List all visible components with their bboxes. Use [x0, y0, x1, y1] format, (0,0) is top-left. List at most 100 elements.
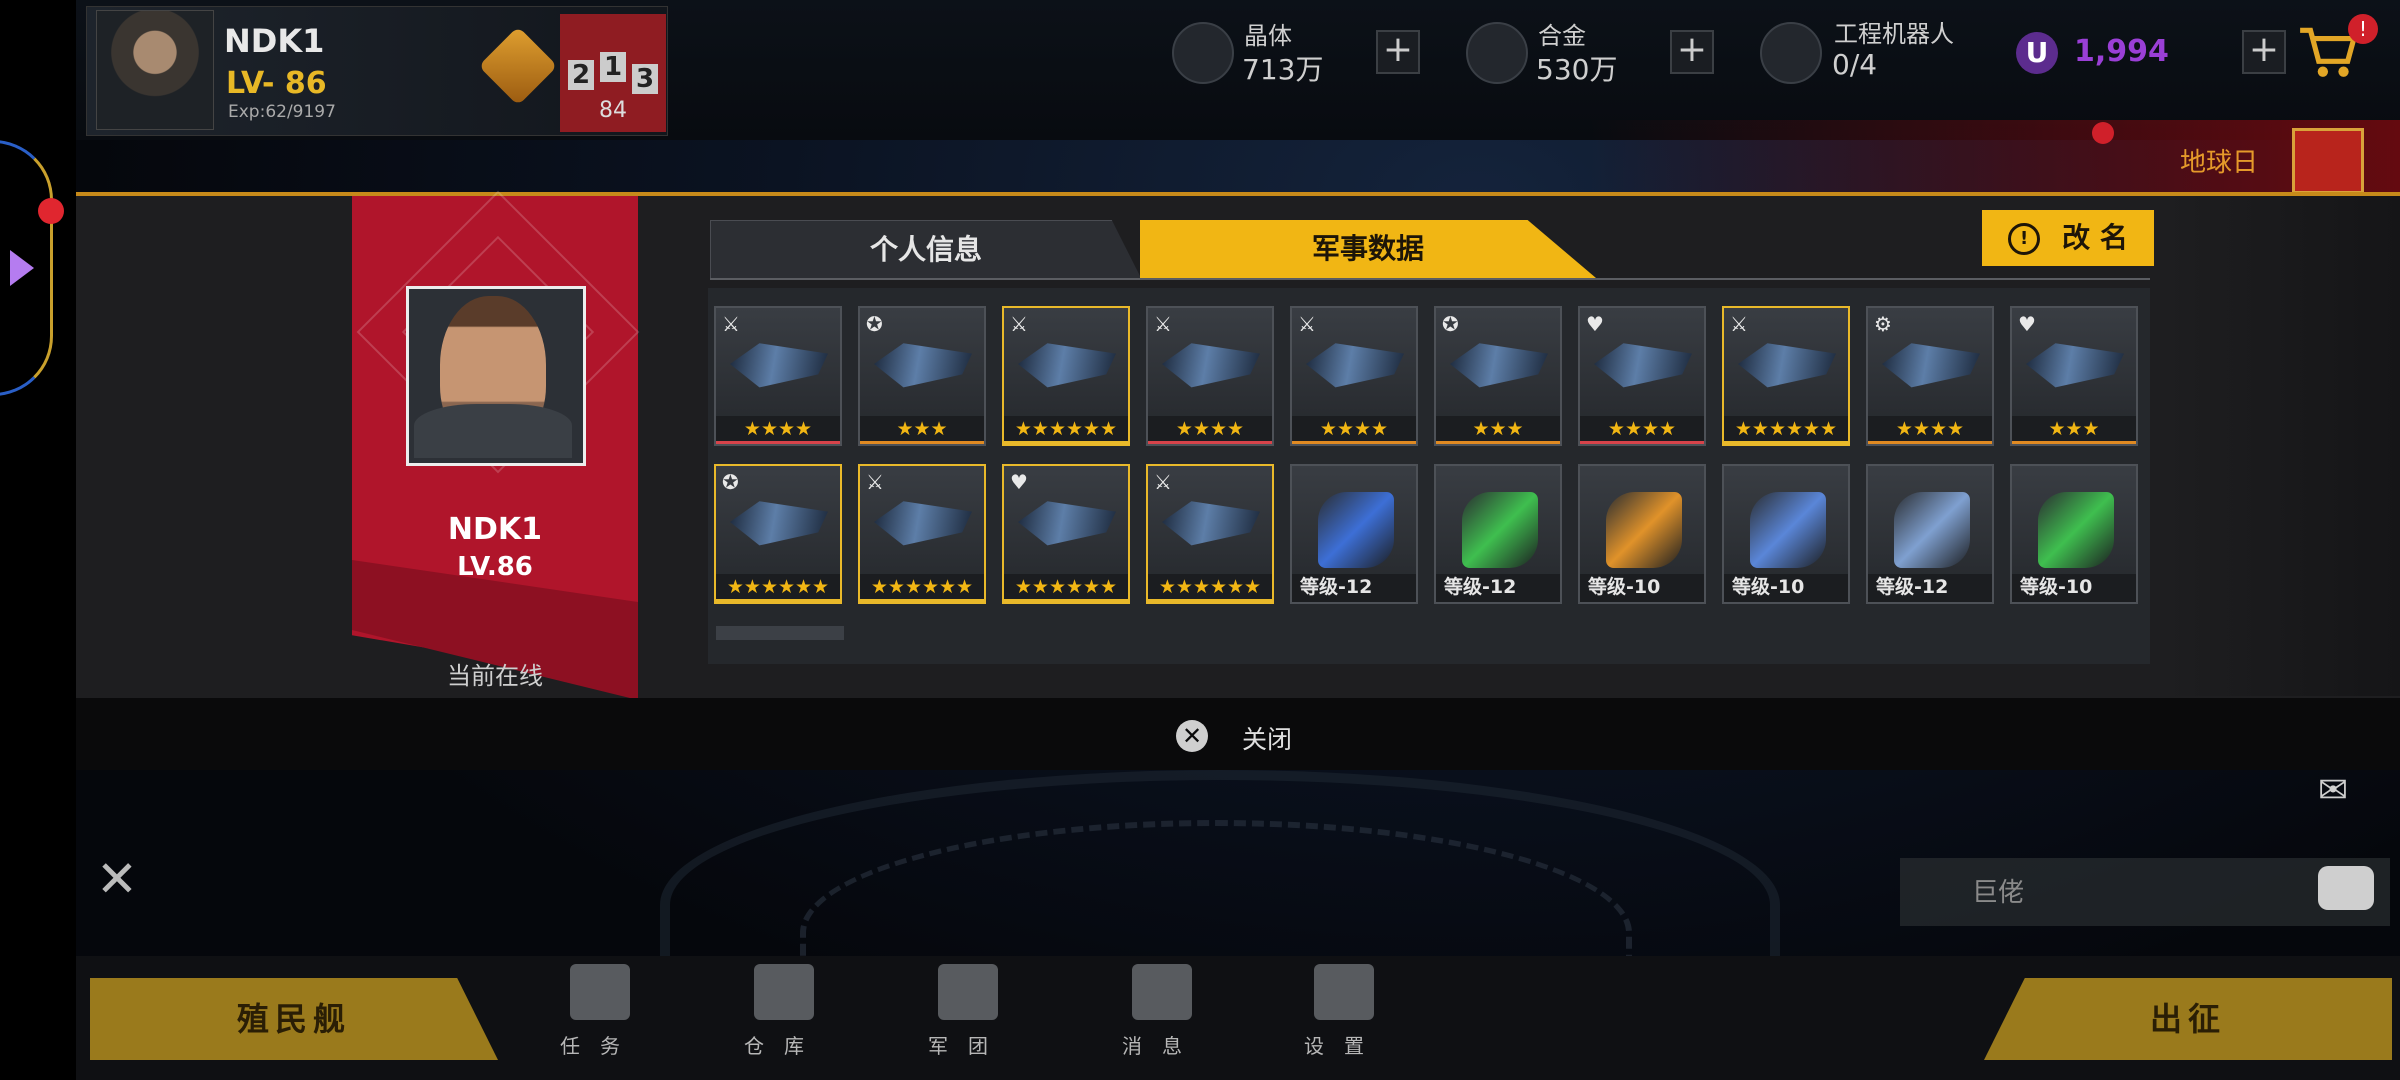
- nav-warehouse[interactable]: 仓库: [694, 960, 874, 1070]
- star-rating: ★★★★★★: [860, 574, 984, 602]
- grid-slot[interactable]: 等级-10: [1578, 464, 1706, 604]
- wrench-icon[interactable]: ✕: [96, 850, 156, 910]
- grid-slot[interactable]: ✪ ★★★★★★: [714, 464, 842, 604]
- star-rating: ★★★★★★: [1004, 574, 1128, 602]
- grid-slot[interactable]: 等级-12: [1434, 464, 1562, 604]
- rarity-bar: [716, 599, 840, 602]
- side-expand-arrow-icon[interactable]: [10, 250, 34, 286]
- grid-slot[interactable]: 等级-12: [1290, 464, 1418, 604]
- rarity-bar: [1580, 441, 1704, 444]
- part-image: [1894, 492, 1970, 568]
- grid-slot[interactable]: ⚔ ★★★★★★: [858, 464, 986, 604]
- ship-class-icon: ⚔: [1298, 312, 1316, 336]
- alloy-value: 530万: [1536, 53, 1618, 86]
- profile-level: LV.86: [457, 552, 533, 582]
- grid-slot[interactable]: ✪ ★★★: [858, 306, 986, 446]
- grid-slot[interactable]: ♥ ★★★★: [1578, 306, 1706, 446]
- star-rating: ★★★★: [1292, 416, 1416, 444]
- warehouse-icon: [754, 964, 814, 1020]
- rarity-bar: [716, 441, 840, 444]
- colony-ship-button[interactable]: 殖民舰: [90, 978, 498, 1060]
- nav-warehouse-label: 仓库: [744, 1034, 824, 1058]
- grid-slot[interactable]: ✪ ★★★: [1434, 306, 1562, 446]
- crystal-label: 晶体: [1244, 22, 1292, 50]
- part-image: [1606, 492, 1682, 568]
- player-avatar[interactable]: [96, 10, 214, 130]
- ship-image: [874, 343, 972, 388]
- chat-preview: 巨佬: [1972, 878, 2025, 908]
- ship-image: [1162, 343, 1260, 388]
- ship-image: [1306, 343, 1404, 388]
- alloy-label: 合金: [1538, 22, 1586, 50]
- star-rating: ★★★: [1436, 416, 1560, 444]
- grid-slot[interactable]: ⚔ ★★★★: [1290, 306, 1418, 446]
- event-notice-dot: [2092, 122, 2114, 144]
- nav-message[interactable]: 消息: [1072, 960, 1252, 1070]
- ship-image: [1018, 343, 1116, 388]
- podium-digit-2: 2: [568, 60, 594, 90]
- ship-image: [1738, 343, 1836, 388]
- chat-icon[interactable]: [2318, 866, 2374, 910]
- robot-icon: [1760, 22, 1822, 84]
- star-rating: ★★★★: [1580, 416, 1704, 444]
- part-level: 等级-10: [1724, 574, 1848, 602]
- grid-slot-partial[interactable]: [716, 626, 844, 640]
- nav-legion[interactable]: 军团: [878, 960, 1058, 1070]
- grid-slot[interactable]: ⚔ ★★★★: [1146, 306, 1274, 446]
- tab-personal-info[interactable]: 个人信息: [710, 220, 1142, 280]
- grid-slot[interactable]: 等级-12: [1866, 464, 1994, 604]
- expedition-button[interactable]: 出征: [1984, 978, 2392, 1060]
- alloy-icon: [1466, 22, 1528, 84]
- ship-class-icon: ⚔: [1154, 470, 1172, 494]
- rarity-bar: [1148, 441, 1272, 444]
- grid-slot[interactable]: ♥ ★★★★★★: [1002, 464, 1130, 604]
- rarity-bar: [860, 441, 984, 444]
- ship-class-icon: ✪: [722, 470, 739, 494]
- grid-slot[interactable]: 等级-10: [2010, 464, 2138, 604]
- star-rating: ★★★: [860, 416, 984, 444]
- close-button[interactable]: 关闭: [1242, 720, 1292, 756]
- grid-slot[interactable]: 等级-10: [1722, 464, 1850, 604]
- event-banner[interactable]: [1590, 120, 2400, 196]
- nav-task[interactable]: 任务: [510, 960, 690, 1070]
- portrait-armor: [414, 404, 572, 458]
- nav-settings-label: 设置: [1304, 1034, 1384, 1058]
- info-icon: !: [2008, 223, 2041, 255]
- tab-military-data[interactable]: 军事数据: [1140, 220, 1596, 278]
- grid-slot[interactable]: ♥ ★★★: [2010, 306, 2138, 446]
- close-bar: [76, 698, 2400, 770]
- premium-currency-icon: U: [2016, 32, 2058, 74]
- premium-currency-value: 1,994: [2074, 34, 2169, 69]
- grid-slot[interactable]: ⚔ ★★★★★★: [1146, 464, 1274, 604]
- ship-image: [1450, 343, 1548, 388]
- nav-task-label: 任务: [560, 1034, 640, 1058]
- podium-digit-3: 3: [632, 64, 658, 94]
- part-image: [1462, 492, 1538, 568]
- nav-message-label: 消息: [1122, 1034, 1202, 1058]
- star-rating: ★★★★: [1868, 416, 1992, 444]
- rarity-bar: [1148, 599, 1272, 602]
- close-icon[interactable]: ✕: [1176, 720, 1208, 752]
- grid-slot[interactable]: ⚔ ★★★★★★: [1002, 306, 1130, 446]
- rarity-bar: [1004, 599, 1128, 602]
- rename-button[interactable]: ! 改 名: [1982, 210, 2154, 266]
- grid-slot[interactable]: ⚔ ★★★★★★: [1722, 306, 1850, 446]
- grid-slot[interactable]: ⚔ ★★★★: [714, 306, 842, 446]
- rarity-bar: [1004, 441, 1128, 444]
- gift-icon[interactable]: [2292, 128, 2364, 194]
- online-status: 当前在线: [447, 662, 543, 690]
- part-level: 等级-10: [1580, 574, 1704, 602]
- mail-icon[interactable]: ✉: [2318, 770, 2366, 814]
- add-crystal-button[interactable]: +: [1376, 30, 1420, 74]
- part-level: 等级-12: [1868, 574, 1992, 602]
- part-image: [1318, 492, 1394, 568]
- ship-image: [1018, 501, 1116, 546]
- add-alloy-button[interactable]: +: [1670, 30, 1714, 74]
- add-currency-button[interactable]: +: [2242, 30, 2286, 74]
- rarity-bar: [1724, 441, 1848, 444]
- ship-class-icon: ⚔: [1730, 312, 1748, 336]
- nav-settings[interactable]: 设置: [1254, 960, 1434, 1070]
- ship-image: [1882, 343, 1980, 388]
- rarity-bar: [1292, 441, 1416, 444]
- grid-slot[interactable]: ⚙ ★★★★: [1866, 306, 1994, 446]
